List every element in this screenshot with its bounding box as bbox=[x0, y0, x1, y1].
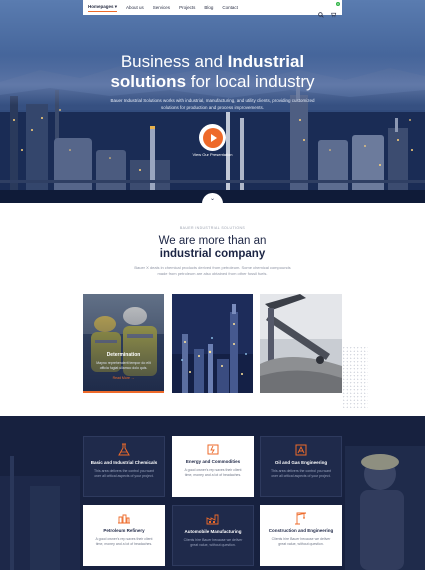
hero-title-bold-1: Industrial bbox=[227, 52, 305, 71]
card-construction-machinery[interactable] bbox=[260, 294, 342, 393]
service-card-automobile[interactable]: Automobile Manufacturing Clients hire Ba… bbox=[172, 505, 254, 566]
about-title: We are more than an industrial company bbox=[0, 235, 425, 261]
service-text: This area delivers the control you want … bbox=[94, 469, 154, 478]
nav-projects[interactable]: Projects bbox=[179, 5, 195, 10]
service-title: Construction and Engineering bbox=[268, 528, 334, 533]
factory-icon bbox=[206, 514, 219, 525]
hero-title-bold-2: solutions bbox=[110, 72, 187, 91]
card-text: Mayno reprehenderit tempor do elit offic… bbox=[96, 361, 151, 370]
hero-title-light-2: for local industry bbox=[186, 72, 315, 91]
nav-homepages[interactable]: Homepages ▾ bbox=[88, 4, 118, 12]
play-presentation-button[interactable] bbox=[199, 124, 226, 151]
hero-subtitle: Bauer Industrial Solutions works with in… bbox=[110, 98, 315, 110]
play-icon bbox=[202, 127, 223, 148]
service-card-oil-gas[interactable]: Oil and Gas Engineering This area delive… bbox=[260, 436, 342, 497]
service-text: This area delivers the control you want … bbox=[271, 469, 331, 478]
cart-count-badge: 0 bbox=[336, 1, 340, 6]
card-caption: Determination Mayno reprehenderit tempor… bbox=[83, 352, 164, 380]
service-card-construction[interactable]: Construction and Engineering Clients hir… bbox=[260, 505, 342, 566]
card-determination[interactable]: Determination Mayno reprehenderit tempor… bbox=[83, 294, 164, 393]
chevron-down-icon: ⌄ bbox=[209, 196, 216, 202]
top-navbar: Homepages ▾ About us Services Projects B… bbox=[83, 0, 342, 18]
read-more-link[interactable]: Read More → bbox=[83, 376, 164, 380]
nav-blog[interactable]: Blog bbox=[204, 5, 213, 10]
decorative-dots bbox=[342, 346, 368, 409]
oil-rig-icon bbox=[295, 444, 307, 456]
service-card-energy[interactable]: Energy and Commodities A good owner's re… bbox=[172, 436, 254, 497]
about-text: Bauer X deals in chemical products deriv… bbox=[134, 265, 291, 276]
card-accent-line bbox=[83, 391, 164, 393]
hero-title: Business and Industrial solutions for lo… bbox=[0, 52, 425, 92]
cart-icon[interactable]: 0 bbox=[331, 1, 340, 17]
flask-icon bbox=[118, 443, 130, 456]
service-title: Energy and Commodities bbox=[185, 459, 241, 464]
about-eyebrow: BAUER INDUSTRIAL SOLUTIONS bbox=[179, 226, 246, 230]
service-text: A good owner's rep saves their client ti… bbox=[184, 468, 242, 477]
service-text: A good owner's rep saves their client ti… bbox=[95, 537, 153, 546]
refinery-icon bbox=[118, 514, 130, 524]
service-card-chemicals[interactable]: Basic and Industrial Chemicals This area… bbox=[83, 436, 165, 497]
about-title-light: We are more than an bbox=[158, 235, 267, 247]
nav-contact[interactable]: Contact bbox=[222, 5, 238, 10]
card-title: Determination bbox=[106, 352, 141, 358]
refinery-night-image bbox=[172, 294, 253, 393]
service-title: Petroleum Refinery bbox=[103, 528, 145, 533]
card-refinery-night[interactable] bbox=[172, 294, 253, 393]
service-card-refinery[interactable]: Petroleum Refinery A good owner's rep sa… bbox=[83, 505, 165, 566]
crane-icon bbox=[295, 512, 307, 525]
play-presentation-label[interactable]: View Our Presentation bbox=[0, 152, 425, 157]
nav-about-us[interactable]: About us bbox=[126, 5, 144, 10]
service-text: Clients hire Bauer because we deliver gr… bbox=[271, 537, 331, 546]
about-title-bold: industrial company bbox=[159, 248, 266, 260]
service-text: Clients hire Bauer because we deliver gr… bbox=[183, 538, 243, 547]
service-title: Basic and Industrial Chemicals bbox=[90, 460, 158, 465]
hero-title-light-1: Business and bbox=[120, 52, 228, 71]
machinery-image bbox=[260, 294, 342, 393]
search-icon[interactable] bbox=[318, 5, 324, 18]
nav-services[interactable]: Services bbox=[153, 5, 170, 10]
service-title: Automobile Manufacturing bbox=[184, 529, 242, 534]
energy-icon bbox=[207, 444, 219, 455]
service-title: Oil and Gas Engineering bbox=[274, 460, 328, 465]
